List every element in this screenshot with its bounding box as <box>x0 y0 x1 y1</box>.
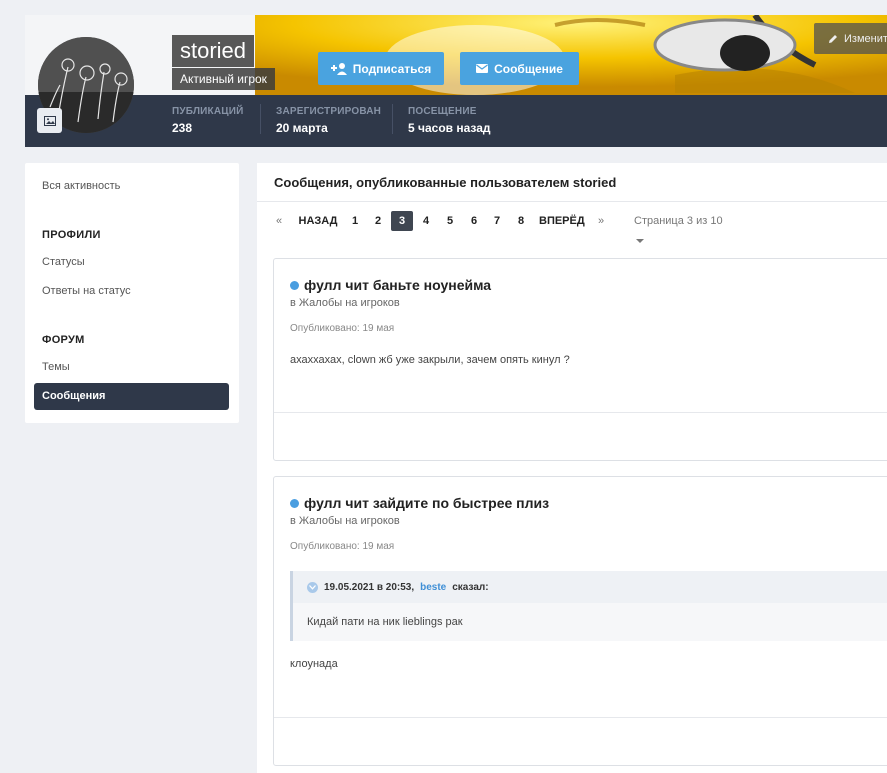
quote-said: сказал: <box>452 581 489 593</box>
edit-profile-label: Изменить <box>844 32 887 45</box>
follow-button-label: Подписаться <box>352 61 432 76</box>
pager-page[interactable]: 8 <box>515 211 527 231</box>
stat-registered: ЗАРЕГИСТРИРОВАН 20 марта <box>276 106 381 135</box>
sidebar-item-status-replies[interactable]: Ответы на статус <box>34 278 229 305</box>
post-footer-divider <box>274 717 887 718</box>
post-title-text: фулл чит зайдите по быстрее плиз <box>304 495 550 511</box>
pager-last-button[interactable]: » <box>595 211 607 231</box>
pencil-icon <box>829 34 837 43</box>
post-body: клоунада <box>290 658 338 670</box>
user-plus-icon <box>330 62 347 75</box>
pager-page-jump[interactable]: Страница 3 из 10 <box>634 211 734 244</box>
quote-text: Кидай пати на ник lieblings рак <box>293 603 887 641</box>
caret-down-icon <box>636 239 644 244</box>
sidebar-item-statuses[interactable]: Статусы <box>34 249 229 276</box>
pager-page[interactable]: 1 <box>349 211 361 231</box>
sidebar-item-messages[interactable]: Сообщения <box>34 383 229 410</box>
stat-posts: ПУБЛИКАЦИЙ 238 <box>172 106 244 135</box>
post-item: фулл чит баньте ноунейма в Жалобы на игр… <box>273 258 887 461</box>
pager-page[interactable]: 4 <box>420 211 432 231</box>
stat-value: 238 <box>172 121 193 135</box>
stat-divider <box>392 104 393 134</box>
unread-dot-icon <box>290 280 299 290</box>
stat-label: ПУБЛИКАЦИЙ <box>172 106 244 117</box>
pager-first-button[interactable]: « <box>273 211 285 231</box>
quote-date: 19.05.2021 в 20:53, <box>324 581 415 593</box>
stat-divider <box>260 104 261 134</box>
stat-value: 20 марта <box>276 121 328 135</box>
pager-page-of: Страница 3 из 10 <box>634 215 723 227</box>
profile-cover <box>25 15 887 95</box>
divider <box>257 201 887 202</box>
post-forum[interactable]: в Жалобы на игроков <box>290 297 400 309</box>
page-title: Сообщения, опубликованные пользователем … <box>274 175 617 190</box>
message-button[interactable]: Сообщение <box>460 52 579 85</box>
message-button-label: Сообщение <box>494 61 563 76</box>
post-item: фулл чит зайдите по быстрее плиз в Жалоб… <box>273 476 887 766</box>
post-title[interactable]: фулл чит зайдите по быстрее плиз <box>290 495 549 511</box>
pager-page[interactable]: 6 <box>468 211 480 231</box>
stat-value: 5 часов назад <box>408 121 491 135</box>
quote-header: 19.05.2021 в 20:53, beste сказал: <box>293 571 887 603</box>
envelope-icon <box>476 64 489 73</box>
post-quote: 19.05.2021 в 20:53, beste сказал: Кидай … <box>290 571 887 641</box>
post-meta: Опубликовано: 19 мая <box>290 323 395 334</box>
profile-user-title: Активный игрок <box>172 68 275 90</box>
pager-next-button[interactable]: ВПЕРЁД <box>539 211 585 231</box>
post-title[interactable]: фулл чит баньте ноунейма <box>290 277 491 293</box>
pager-prev-button[interactable]: НАЗАД <box>297 211 339 231</box>
follow-button[interactable]: Подписаться <box>318 52 444 85</box>
edit-profile-button[interactable]: Изменить <box>814 23 887 54</box>
chevron-down-circle-icon[interactable] <box>307 581 318 593</box>
sidebar-heading-forum: ФОРУМ <box>42 334 85 346</box>
stat-last-visit: ПОСЕЩЕНИЕ 5 часов назад <box>408 106 491 135</box>
post-title-text: фулл чит баньте ноунейма <box>304 277 492 293</box>
profile-username: storied <box>172 35 255 67</box>
change-cover-photo-button[interactable] <box>37 108 62 133</box>
main-content: Сообщения, опубликованные пользователем … <box>257 163 887 773</box>
pager-page-current[interactable]: 3 <box>391 211 413 231</box>
pager-page[interactable]: 5 <box>444 211 456 231</box>
pager-page[interactable]: 2 <box>372 211 384 231</box>
post-meta: Опубликовано: 19 мая <box>290 541 395 552</box>
unread-dot-icon <box>290 498 299 508</box>
post-footer-divider <box>274 412 887 413</box>
post-forum[interactable]: в Жалобы на игроков <box>290 515 400 527</box>
sidebar-item-topics[interactable]: Темы <box>34 354 229 381</box>
pager-page[interactable]: 7 <box>491 211 503 231</box>
image-icon <box>43 115 56 126</box>
sidebar-item-all-activity[interactable]: Вся активность <box>34 173 229 200</box>
quote-author-link[interactable]: beste <box>420 582 446 593</box>
sidebar-heading-profiles: ПРОФИЛИ <box>42 229 101 241</box>
stat-label: ЗАРЕГИСТРИРОВАН <box>276 106 382 117</box>
profile-sidebar: Вся активность ПРОФИЛИ Статусы Ответы на… <box>25 163 239 423</box>
post-body: ахаххахах, clown жб уже закрыли, зачем о… <box>290 354 570 366</box>
stat-label: ПОСЕЩЕНИЕ <box>408 106 477 117</box>
